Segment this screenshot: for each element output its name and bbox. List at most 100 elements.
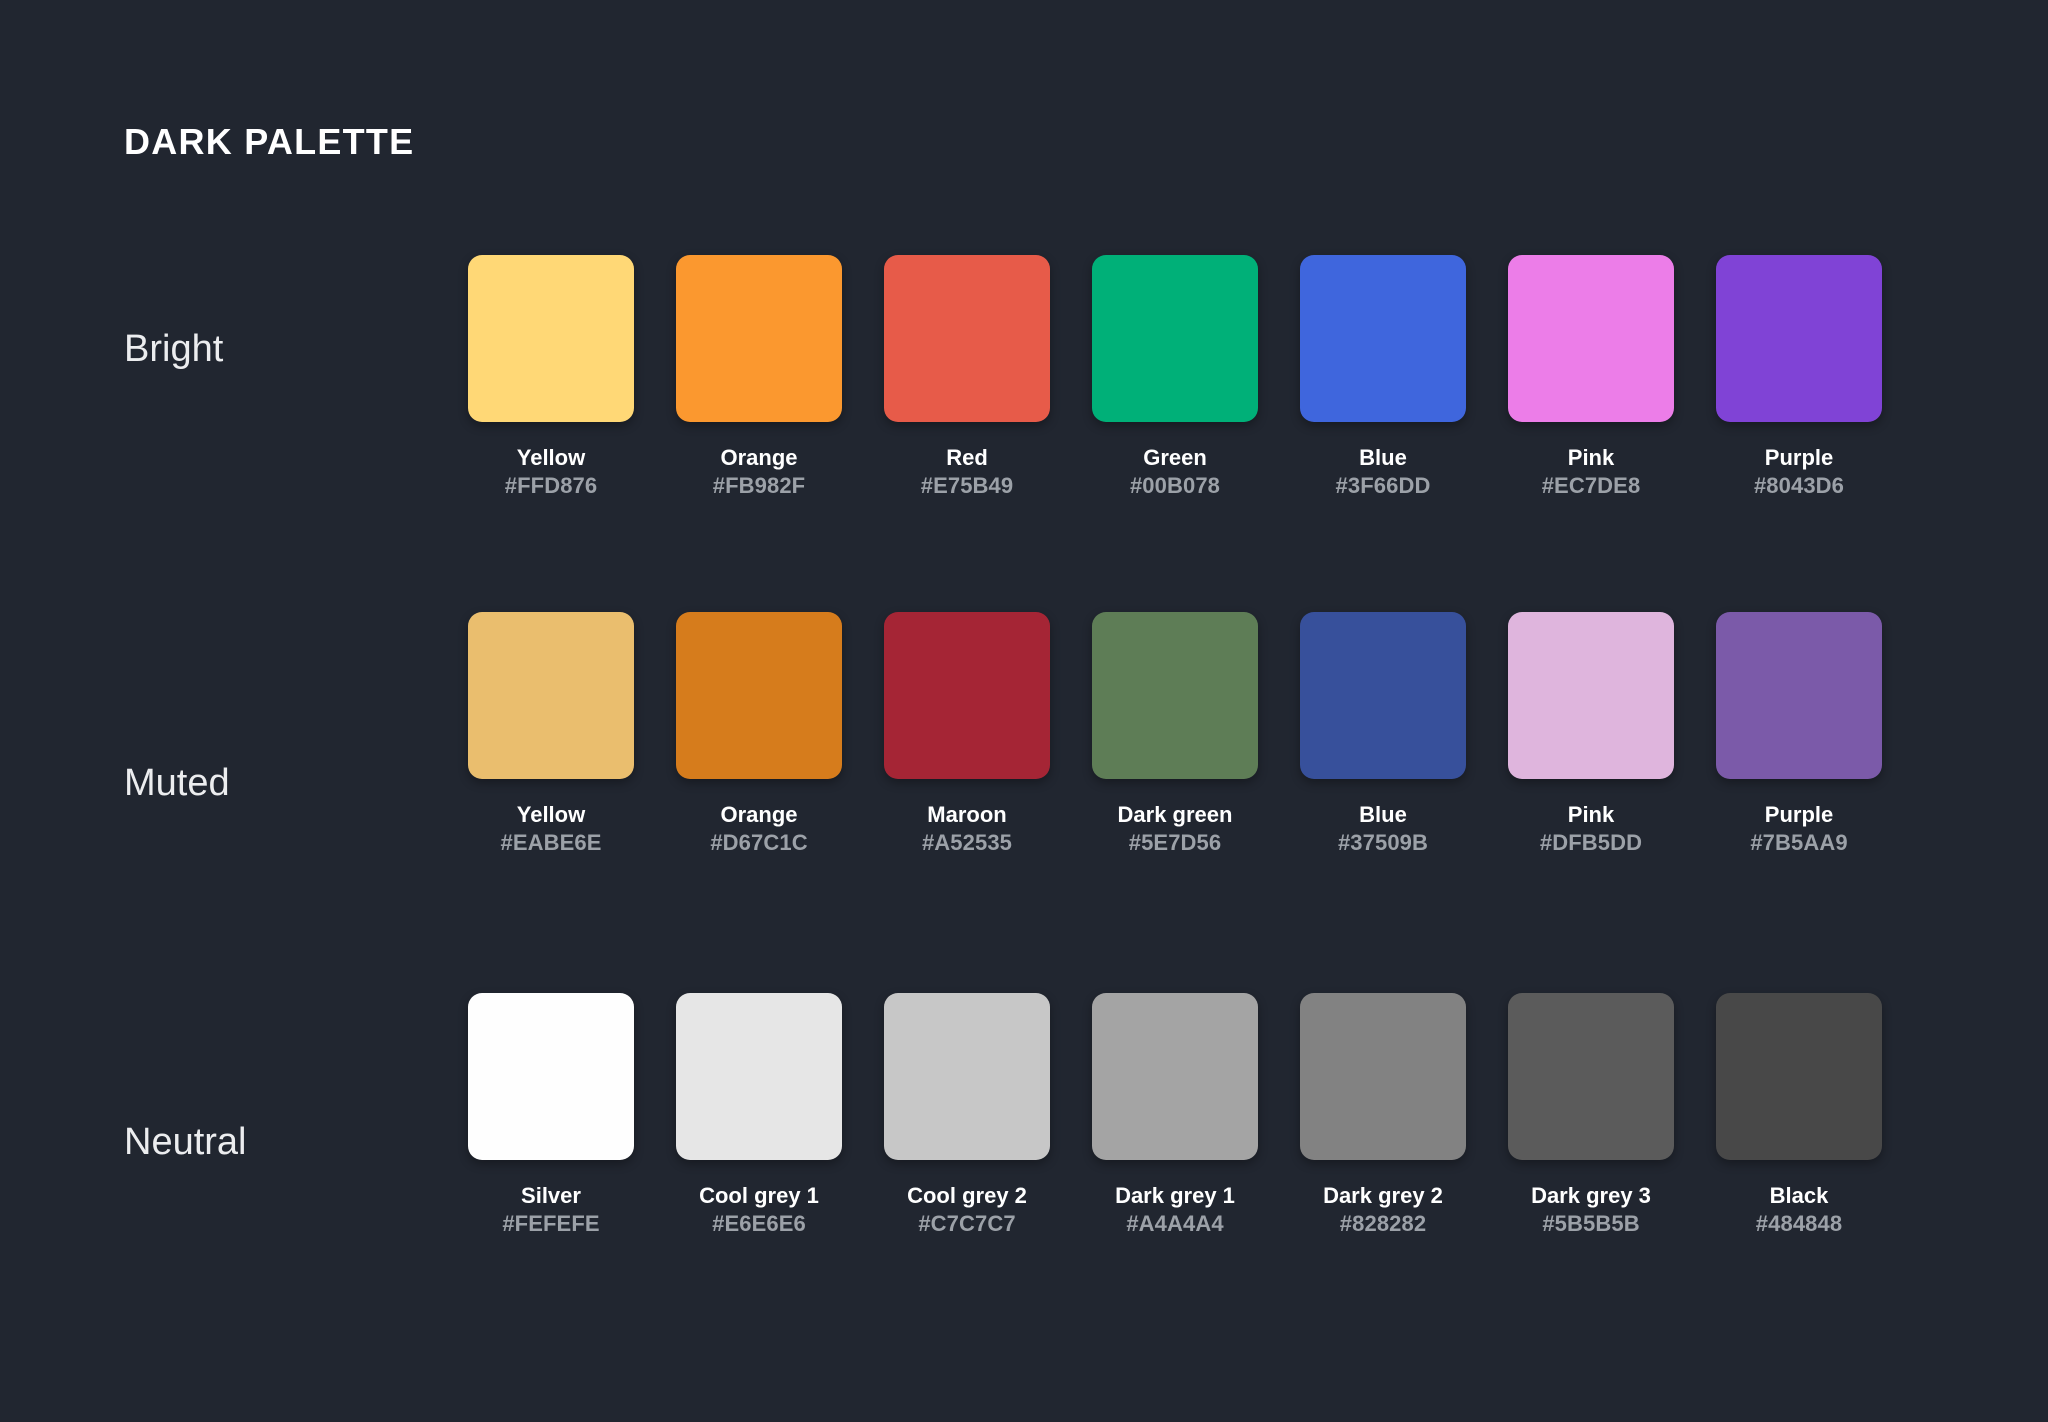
swatch-cell[interactable]: Orange #FB982F xyxy=(676,255,842,500)
swatch-caption: Green #00B078 xyxy=(1092,444,1258,500)
swatch-cell[interactable]: Pink #DFB5DD xyxy=(1508,612,1674,857)
swatch-hex: #EC7DE8 xyxy=(1541,473,1641,499)
swatch-caption: Yellow #EABE6E xyxy=(468,801,634,857)
swatch-cell[interactable]: Dark green #5E7D56 xyxy=(1092,612,1258,857)
swatch-cell[interactable]: Orange #D67C1C xyxy=(676,612,842,857)
swatch-caption: Dark grey 2 #828282 xyxy=(1300,1182,1466,1238)
swatch-cell[interactable]: Black #484848 xyxy=(1716,993,1882,1238)
swatch-caption: Red #E75B49 xyxy=(884,444,1050,500)
swatch-hex: #5E7D56 xyxy=(1128,830,1222,856)
color-swatch[interactable] xyxy=(1508,993,1674,1160)
swatch-cell[interactable]: Dark grey 1 #A4A4A4 xyxy=(1092,993,1258,1238)
color-swatch[interactable] xyxy=(1716,993,1882,1160)
swatch-name: Orange xyxy=(720,445,798,470)
color-swatch[interactable] xyxy=(1716,255,1882,422)
color-swatch[interactable] xyxy=(1092,993,1258,1160)
swatch-caption: Pink #EC7DE8 xyxy=(1508,444,1674,500)
swatch-caption: Cool grey 2 #C7C7C7 xyxy=(884,1182,1050,1238)
swatch-caption: Cool grey 1 #E6E6E6 xyxy=(676,1182,842,1238)
color-swatch[interactable] xyxy=(884,255,1050,422)
row-label-neutral: Neutral xyxy=(124,1121,247,1163)
swatch-name: Purple xyxy=(1764,802,1834,827)
color-swatch[interactable] xyxy=(884,993,1050,1160)
swatch-cell[interactable]: Purple #7B5AA9 xyxy=(1716,612,1882,857)
swatch-name: Cool grey 1 xyxy=(699,1183,819,1208)
swatch-caption: Dark green #5E7D56 xyxy=(1092,801,1258,857)
color-swatch[interactable] xyxy=(1716,612,1882,779)
swatch-hex: #E75B49 xyxy=(920,473,1014,499)
swatch-name: Dark grey 3 xyxy=(1531,1183,1651,1208)
swatch-cell[interactable]: Dark grey 3 #5B5B5B xyxy=(1508,993,1674,1238)
color-swatch[interactable] xyxy=(884,612,1050,779)
swatch-hex: #3F66DD xyxy=(1335,473,1431,499)
swatch-caption: Blue #3F66DD xyxy=(1300,444,1466,500)
color-swatch[interactable] xyxy=(468,255,634,422)
swatch-hex: #A52535 xyxy=(921,830,1013,856)
swatch-caption: Blue #37509B xyxy=(1300,801,1466,857)
row-label-muted: Muted xyxy=(124,762,230,804)
swatch-hex: #D67C1C xyxy=(710,830,808,856)
swatch-cell[interactable]: Cool grey 2 #C7C7C7 xyxy=(884,993,1050,1238)
swatch-caption: Purple #8043D6 xyxy=(1716,444,1882,500)
color-swatch[interactable] xyxy=(1508,255,1674,422)
color-swatch[interactable] xyxy=(1300,612,1466,779)
swatch-hex: #A4A4A4 xyxy=(1126,1211,1224,1237)
swatch-name: Orange xyxy=(720,802,798,827)
swatch-caption: Pink #DFB5DD xyxy=(1508,801,1674,857)
swatch-cell[interactable]: Maroon #A52535 xyxy=(884,612,1050,857)
swatch-cell[interactable]: Blue #37509B xyxy=(1300,612,1466,857)
swatch-name: Dark grey 1 xyxy=(1115,1183,1235,1208)
swatch-cell[interactable]: Green #00B078 xyxy=(1092,255,1258,500)
swatch-hex: #37509B xyxy=(1337,830,1429,856)
swatch-cell[interactable]: Cool grey 1 #E6E6E6 xyxy=(676,993,842,1238)
swatch-name: Silver xyxy=(521,1183,581,1208)
swatch-name: Black xyxy=(1769,1183,1829,1208)
color-swatch[interactable] xyxy=(1300,255,1466,422)
page-title: DARK PALETTE xyxy=(124,121,415,162)
swatch-name: Yellow xyxy=(516,802,586,827)
swatch-hex: #8043D6 xyxy=(1753,473,1845,499)
color-swatch[interactable] xyxy=(676,612,842,779)
color-swatch[interactable] xyxy=(1092,255,1258,422)
swatch-name: Blue xyxy=(1359,802,1407,827)
palette-page: DARK PALETTE Bright Yellow #FFD876 Orange #F… xyxy=(0,0,2048,1422)
swatch-hex: #7B5AA9 xyxy=(1750,830,1848,856)
swatch-cell[interactable]: Red #E75B49 xyxy=(884,255,1050,500)
swatch-strip: Yellow #FFD876 Orange #FB982F Red #E75B49 Gree… xyxy=(468,255,1882,500)
swatch-cell[interactable]: Yellow #EABE6E xyxy=(468,612,634,857)
swatch-caption: Black #484848 xyxy=(1716,1182,1882,1238)
swatch-name: Green xyxy=(1143,445,1207,470)
swatch-name: Purple xyxy=(1764,445,1834,470)
color-swatch[interactable] xyxy=(1508,612,1674,779)
swatch-caption: Silver #FEFEFE xyxy=(468,1182,634,1238)
color-swatch[interactable] xyxy=(1092,612,1258,779)
swatch-hex: #DFB5DD xyxy=(1539,830,1643,856)
color-swatch[interactable] xyxy=(676,255,842,422)
swatch-cell[interactable]: Pink #EC7DE8 xyxy=(1508,255,1674,500)
swatch-cell[interactable]: Dark grey 2 #828282 xyxy=(1300,993,1466,1238)
color-swatch[interactable] xyxy=(468,993,634,1160)
color-swatch[interactable] xyxy=(468,612,634,779)
swatch-caption: Yellow #FFD876 xyxy=(468,444,634,500)
swatch-hex: #FB982F xyxy=(712,473,806,499)
swatch-strip: Yellow #EABE6E Orange #D67C1C Maroon #A52535 D… xyxy=(468,612,1882,857)
swatch-name: Red xyxy=(946,445,988,470)
color-swatch[interactable] xyxy=(1300,993,1466,1160)
swatch-caption: Dark grey 3 #5B5B5B xyxy=(1508,1182,1674,1238)
swatch-hex: #00B078 xyxy=(1129,473,1221,499)
swatch-cell[interactable]: Blue #3F66DD xyxy=(1300,255,1466,500)
swatch-name: Yellow xyxy=(516,445,586,470)
color-swatch[interactable] xyxy=(676,993,842,1160)
swatch-caption: Dark grey 1 #A4A4A4 xyxy=(1092,1182,1258,1238)
swatch-hex: #FFD876 xyxy=(504,473,598,499)
swatch-cell[interactable]: Silver #FEFEFE xyxy=(468,993,634,1238)
swatch-hex: #484848 xyxy=(1755,1211,1843,1237)
swatch-cell[interactable]: Yellow #FFD876 xyxy=(468,255,634,500)
swatch-name: Maroon xyxy=(927,802,1007,827)
swatch-cell[interactable]: Purple #8043D6 xyxy=(1716,255,1882,500)
swatch-strip: Silver #FEFEFE Cool grey 1 #E6E6E6 Cool grey… xyxy=(468,993,1882,1238)
swatch-name: Blue xyxy=(1359,445,1407,470)
swatch-name: Pink xyxy=(1567,445,1615,470)
row-label-bright: Bright xyxy=(124,328,224,370)
swatch-caption: Orange #FB982F xyxy=(676,444,842,500)
